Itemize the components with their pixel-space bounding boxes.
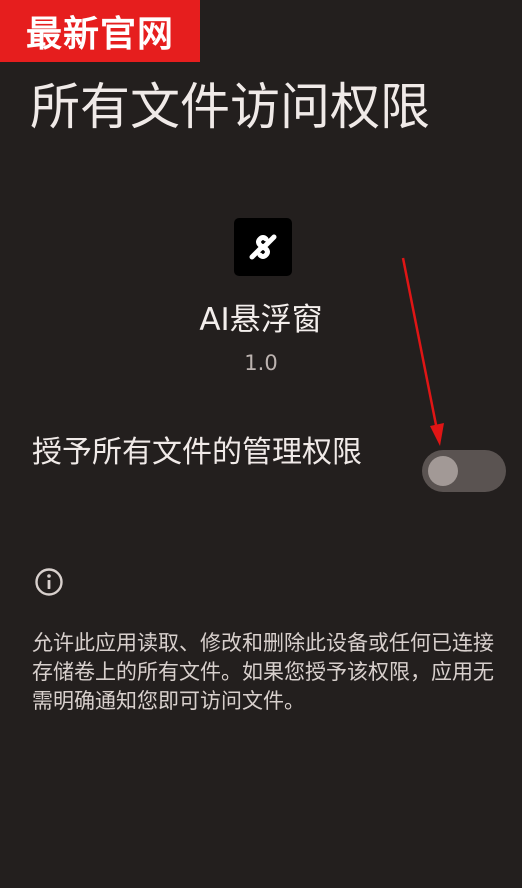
app-logo-glyph-icon [249, 234, 277, 260]
page-title: 所有文件访问权限 [30, 78, 430, 136]
setting-label: 授予所有文件的管理权限 [32, 435, 362, 470]
app-version: 1.0 [244, 351, 278, 375]
all-files-access-toggle[interactable] [422, 450, 506, 492]
all-files-access-setting[interactable]: 授予所有文件的管理权限 [0, 428, 522, 518]
watermark-text: 最新官网 [25, 14, 174, 55]
watermark-banner: 最新官网 [0, 0, 200, 62]
permission-screen: 最新官网 所有文件访问权限 AI悬浮窗 1.0 授予所有文件的管理权限 允许此应… [0, 0, 522, 888]
toggle-thumb [428, 456, 458, 486]
permission-description: 允许此应用读取、修改和删除此设备或任何已连接存储卷上的所有文件。如果您授予该权限… [32, 631, 494, 713]
app-logo-icon [234, 218, 292, 276]
app-name: AI悬浮窗 [199, 302, 323, 338]
info-icon [34, 567, 64, 597]
